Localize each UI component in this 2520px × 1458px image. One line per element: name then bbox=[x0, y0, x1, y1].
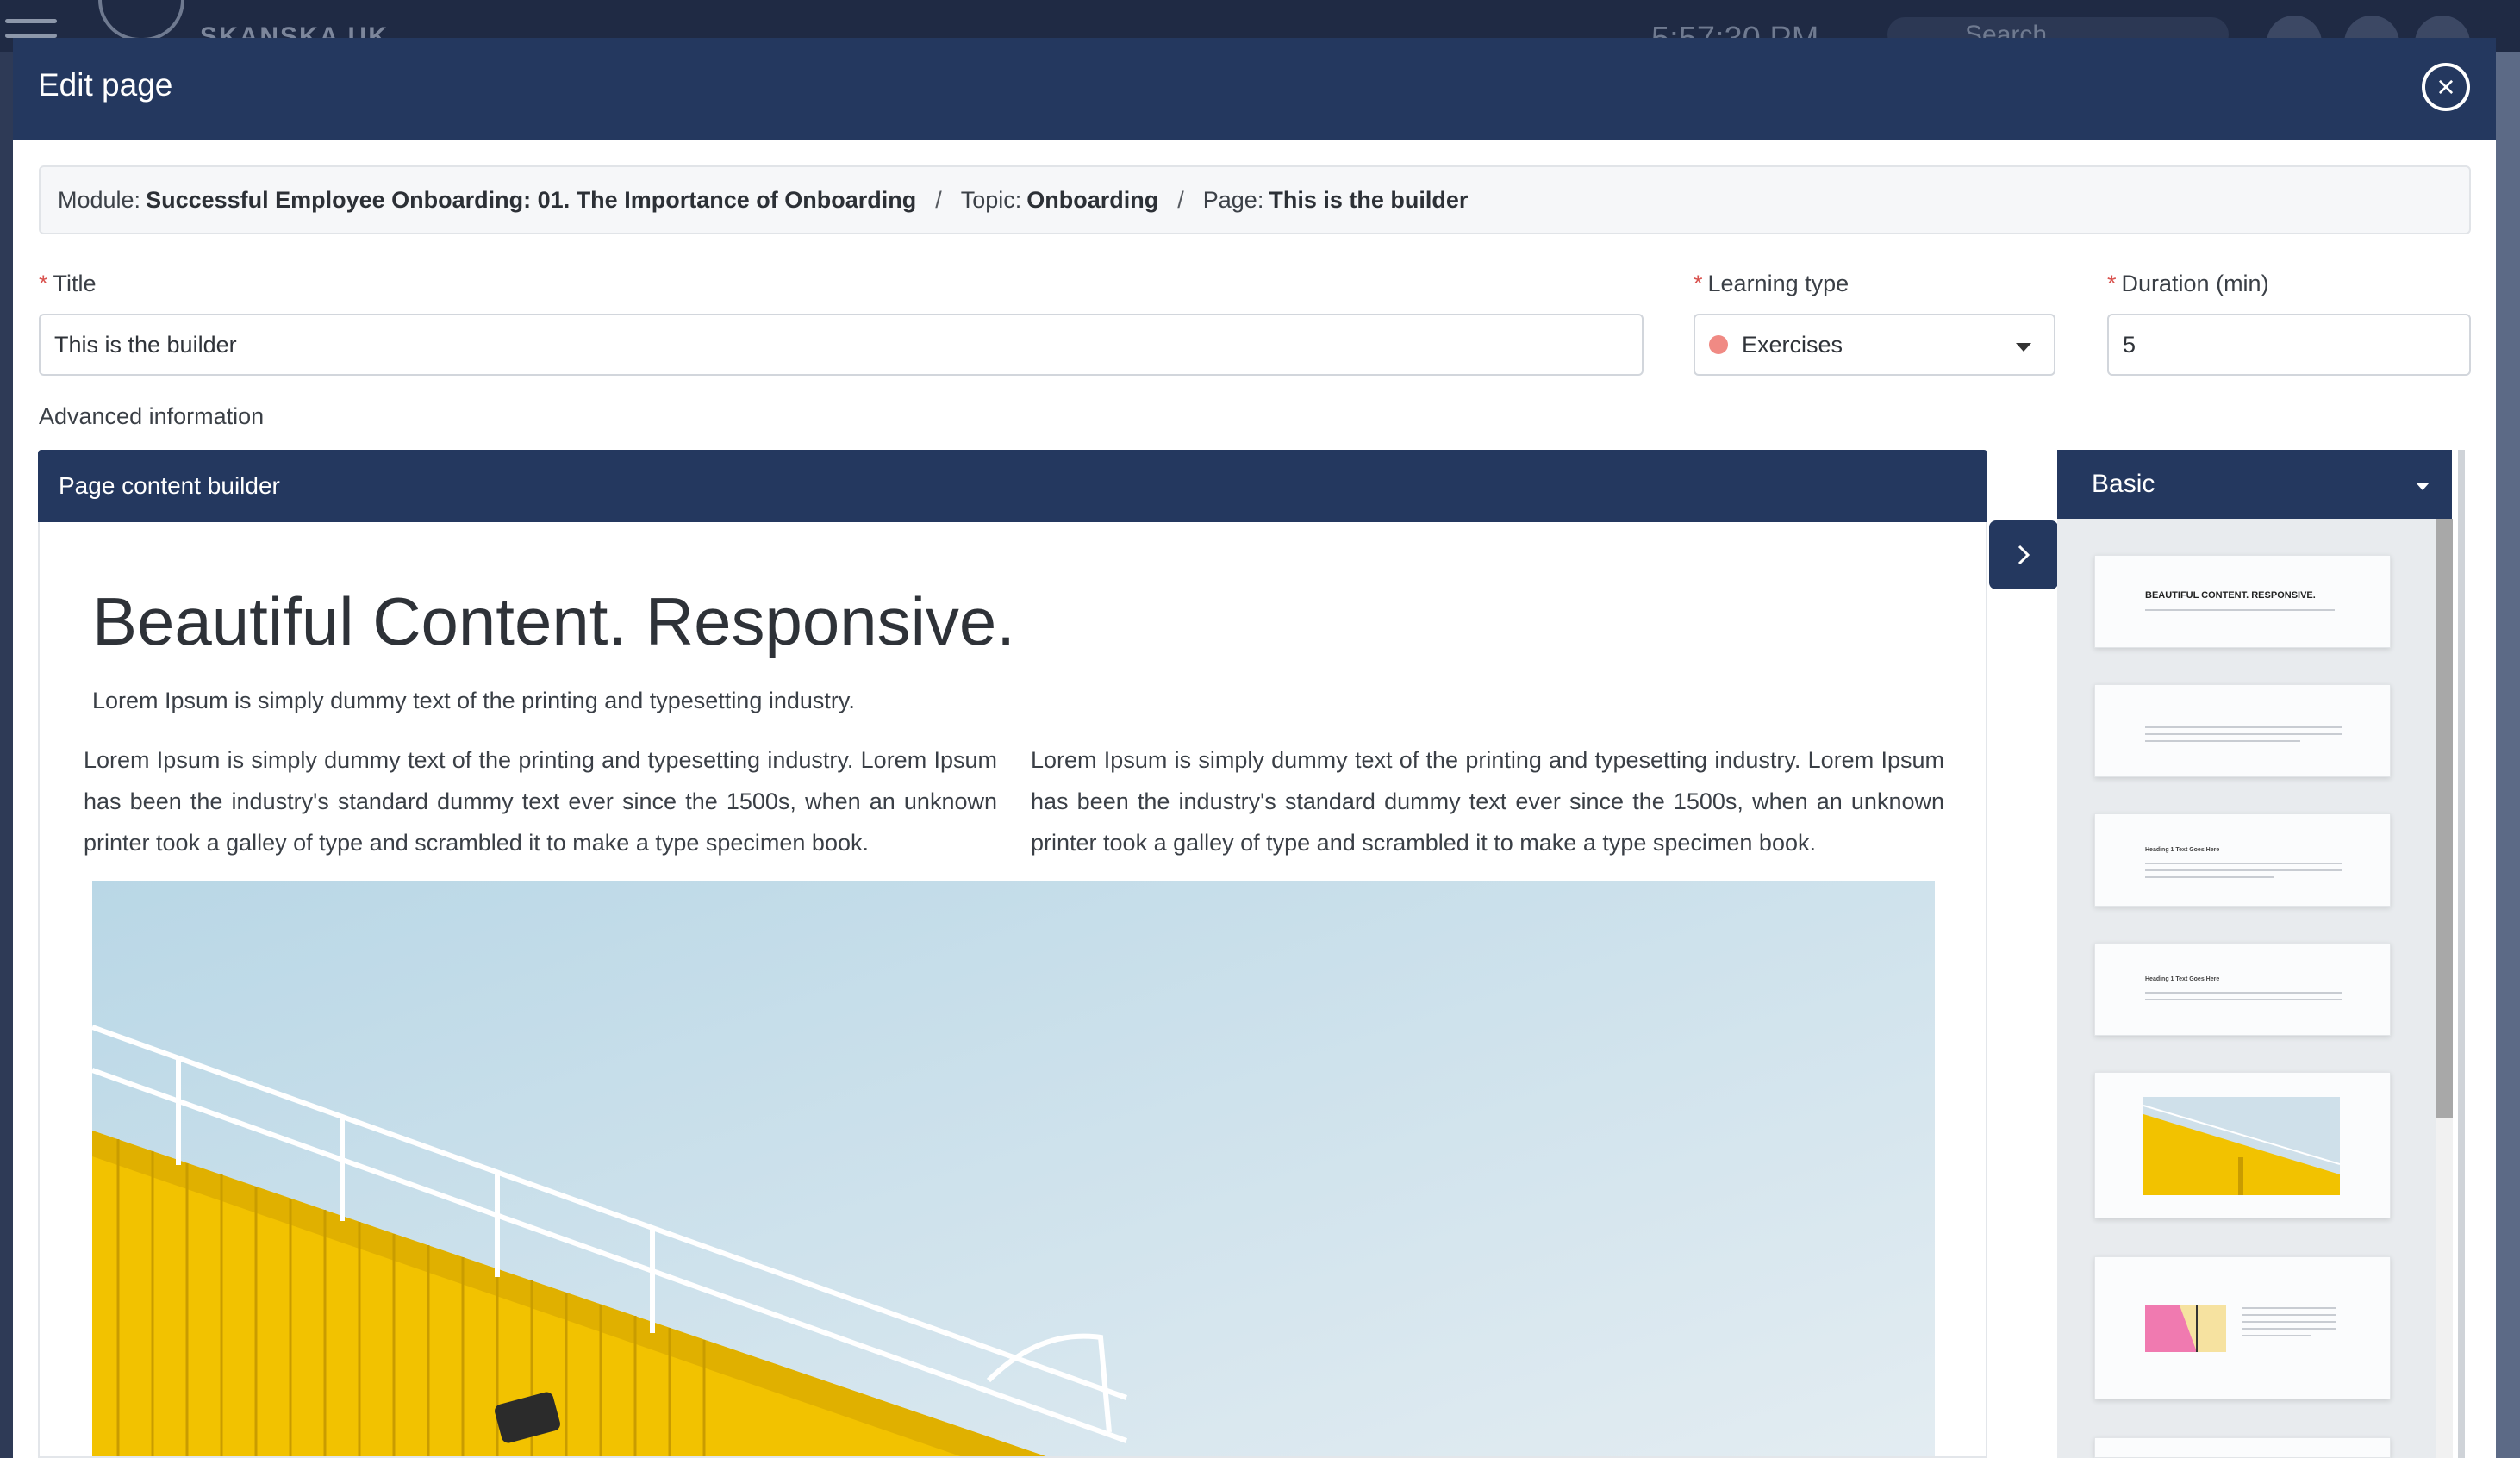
breadcrumb-page-value: This is the builder bbox=[1269, 186, 1469, 213]
breadcrumb-page-label: Page: bbox=[1202, 186, 1264, 213]
title-input-value: This is the builder bbox=[54, 331, 237, 358]
template-image-preview bbox=[2143, 1097, 2340, 1195]
template-thumbnail-heading-text-2[interactable]: Heading 1 Text Goes Here bbox=[2094, 943, 2391, 1036]
panel-scrollbar-track bbox=[2458, 450, 2465, 1458]
template-thumbnail-text[interactable] bbox=[2094, 684, 2391, 777]
template-line bbox=[2145, 726, 2342, 728]
required-mark: * bbox=[2107, 271, 2117, 296]
breadcrumb: Module: Successful Employee Onboarding: … bbox=[39, 165, 2471, 234]
required-mark: * bbox=[1694, 271, 1703, 296]
learning-type-label-text: Learning type bbox=[1707, 271, 1849, 296]
template-line bbox=[2145, 733, 2342, 735]
modal-header: Edit page × bbox=[13, 38, 2496, 140]
scrollbar-thumb[interactable] bbox=[2436, 519, 2453, 1118]
learning-type-value: Exercises bbox=[1742, 331, 1843, 358]
template-line bbox=[2242, 1328, 2336, 1330]
template-thumbnail-heading: Heading 1 Text Goes Here bbox=[2145, 976, 2220, 982]
hero-title[interactable]: Beautiful Content. Responsive. bbox=[92, 583, 1015, 661]
breadcrumb-topic-label: Topic: bbox=[960, 186, 1022, 213]
title-label-text: Title bbox=[53, 271, 97, 296]
template-line bbox=[2145, 740, 2300, 742]
learning-type-color-dot bbox=[1709, 335, 1728, 354]
template-thumbnail-partial[interactable] bbox=[2094, 1437, 2391, 1458]
close-button[interactable]: × bbox=[2422, 63, 2470, 111]
template-line bbox=[2242, 1335, 2311, 1336]
learning-type-select[interactable]: Exercises bbox=[1694, 314, 2055, 376]
required-mark: * bbox=[39, 271, 48, 296]
template-line bbox=[2242, 1307, 2336, 1309]
duration-label: * Duration (min) bbox=[2107, 271, 2269, 297]
template-category-value: Basic bbox=[2092, 470, 2155, 498]
template-category-select[interactable]: Basic bbox=[2057, 450, 2452, 519]
title-label: * Title bbox=[39, 271, 97, 297]
template-thumbnail-title-text: BEAUTIFUL CONTENT. RESPONSIVE. bbox=[2145, 590, 2316, 601]
template-line bbox=[2242, 1314, 2336, 1316]
duration-input-value: 5 bbox=[2123, 331, 2136, 358]
builder-canvas[interactable]: Beautiful Content. Responsive. Lorem Ips… bbox=[38, 522, 1987, 1458]
template-line bbox=[2145, 992, 2342, 994]
intro-paragraph[interactable]: Lorem Ipsum is simply dummy text of the … bbox=[92, 688, 855, 714]
chevron-down-icon bbox=[2016, 343, 2031, 352]
chevron-right-icon bbox=[2018, 545, 2030, 565]
right-column-paragraph[interactable]: Lorem Ipsum is simply dummy text of the … bbox=[1031, 739, 1944, 863]
builder-header-title: Page content builder bbox=[59, 472, 280, 499]
template-line bbox=[2145, 869, 2342, 871]
breadcrumb-separator: / bbox=[935, 186, 942, 213]
learning-type-label: * Learning type bbox=[1694, 271, 1849, 297]
template-thumbnail-image-text[interactable] bbox=[2094, 1256, 2391, 1399]
breadcrumb-module-value[interactable]: Successful Employee Onboarding: 01. The … bbox=[146, 187, 916, 214]
toggle-panel-button[interactable] bbox=[1989, 520, 2058, 589]
breadcrumb-separator: / bbox=[1177, 186, 1184, 213]
close-icon: × bbox=[2436, 69, 2455, 104]
template-thumbnail-title[interactable]: BEAUTIFUL CONTENT. RESPONSIVE. bbox=[2094, 555, 2391, 648]
template-line bbox=[2145, 999, 2342, 1000]
breadcrumb-module-label: Module: bbox=[58, 186, 141, 213]
template-thumbnail-image[interactable] bbox=[2094, 1072, 2391, 1218]
page-content-builder-header: Page content builder bbox=[38, 450, 1987, 522]
template-line bbox=[2242, 1321, 2336, 1323]
duration-label-text: Duration (min) bbox=[2121, 271, 2269, 296]
template-thumbnail-heading: Heading 1 Text Goes Here bbox=[2145, 847, 2220, 853]
hero-image[interactable] bbox=[92, 881, 1935, 1456]
chevron-down-icon bbox=[2416, 483, 2430, 490]
duration-input[interactable]: 5 bbox=[2107, 314, 2471, 376]
title-input[interactable]: This is the builder bbox=[39, 314, 1644, 376]
company-logo bbox=[98, 0, 184, 41]
template-line bbox=[2145, 863, 2342, 864]
template-line bbox=[2145, 876, 2274, 878]
template-thumbnail-heading-text[interactable]: Heading 1 Text Goes Here bbox=[2094, 813, 2391, 907]
breadcrumb-topic-value[interactable]: Onboarding bbox=[1026, 187, 1158, 214]
background-right-rail bbox=[2496, 52, 2520, 1458]
template-image-preview bbox=[2145, 1305, 2226, 1352]
modal-title: Edit page bbox=[38, 67, 173, 103]
template-line bbox=[2145, 609, 2335, 611]
template-list-scrollbar[interactable] bbox=[2436, 519, 2453, 1458]
yellow-building-image bbox=[92, 881, 1935, 1456]
background-sidebar bbox=[0, 52, 13, 1458]
left-column-paragraph[interactable]: Lorem Ipsum is simply dummy text of the … bbox=[84, 739, 997, 863]
advanced-information-toggle[interactable]: Advanced information bbox=[39, 403, 264, 430]
